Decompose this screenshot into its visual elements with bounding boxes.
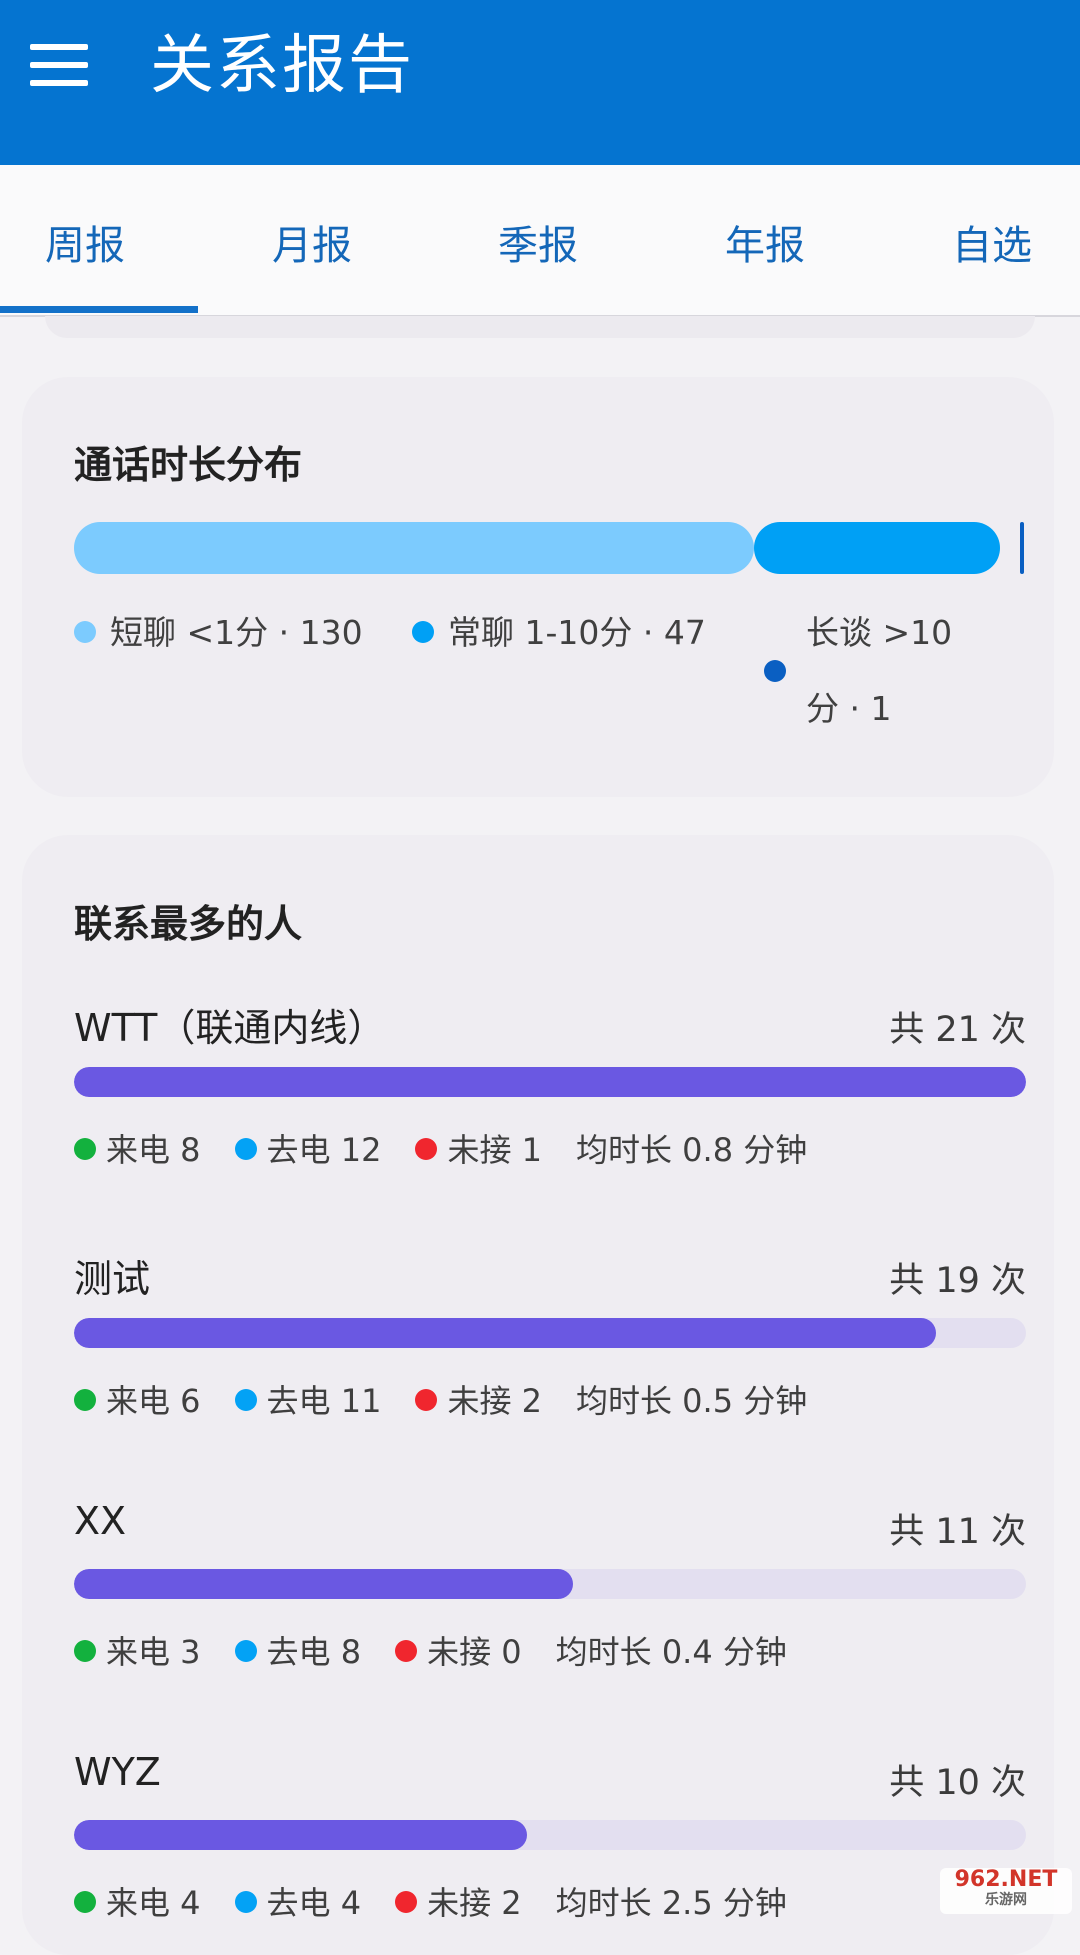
outgoing-stat: 去电 12: [234, 1125, 381, 1171]
contact-total: 共 19 次: [889, 1261, 1026, 1301]
missed-dot: [395, 1891, 418, 1913]
incoming-dot: [74, 1891, 96, 1913]
contact-bar-fill: [74, 1569, 573, 1599]
contact-stats: 来电 8 去电 12 未接 1 均时长 0.8 分钟: [74, 1125, 807, 1171]
legend-long: 长谈 >10 分 · 1: [764, 611, 964, 731]
tab-monthly[interactable]: 月报: [212, 213, 412, 271]
missed-dot: [415, 1138, 438, 1160]
legend-dot-normal: [412, 620, 434, 643]
normal-call-segment: [754, 522, 1000, 574]
outgoing-dot: [234, 1891, 257, 1913]
contact-bar-fill: [74, 1820, 528, 1850]
incoming-stat: 来电 3: [74, 1627, 201, 1673]
average-duration: 均时长 0.4 分钟: [555, 1633, 787, 1671]
page-title: 关系报告: [150, 29, 414, 103]
card-title: 通话时长分布: [74, 443, 303, 487]
contact-stats: 来电 6 去电 11 未接 2 均时长 0.5 分钟: [74, 1376, 807, 1422]
tab-indicator: [0, 306, 198, 313]
contact-bar-track: [74, 1067, 1026, 1097]
missed-stat: 未接 0: [395, 1627, 522, 1673]
legend-dot-long: [764, 660, 786, 682]
average-duration: 均时长 0.5 分钟: [576, 1382, 808, 1420]
missed-stat: 未接 2: [415, 1376, 542, 1422]
contact-bar-track: [74, 1569, 1026, 1599]
outgoing-dot: [234, 1389, 257, 1411]
top-contacts-card: 联系最多的人 WTT（联通内线） 共 21 次来电 8 去电 12 未接 1 均时长 0…: [22, 835, 1054, 1955]
short-call-segment: [74, 522, 754, 574]
contact-total: 共 21 次: [889, 1010, 1026, 1050]
duration-distribution-card: 通话时长分布 短聊 <1分 · 130 常聊 1-10分 · 47 长谈 >10…: [22, 377, 1054, 797]
incoming-dot: [74, 1389, 96, 1411]
legend-normal: 常聊 1-10分 · 47: [412, 611, 706, 655]
contact-bar-track: [74, 1820, 1026, 1850]
incoming-stat: 来电 4: [74, 1878, 201, 1924]
contact-name: 测试: [74, 1257, 151, 1301]
menu-icon[interactable]: [30, 44, 90, 86]
tab-yearly[interactable]: 年报: [665, 213, 865, 271]
contact-name: XX: [74, 1499, 127, 1543]
contact-bar-track: [74, 1318, 1026, 1348]
outgoing-dot: [234, 1640, 257, 1662]
legend-dot-short: [74, 620, 96, 643]
contact-row[interactable]: WYZ 共 10 次来电 4 去电 4 未接 2 均时长 2.5 分钟: [74, 1750, 1026, 1950]
tab-quarterly[interactable]: 季报: [438, 213, 638, 271]
incoming-stat: 来电 8: [74, 1125, 201, 1171]
incoming-dot: [74, 1138, 96, 1160]
contact-stats: 来电 4 去电 4 未接 2 均时长 2.5 分钟: [74, 1878, 787, 1924]
average-duration: 均时长 2.5 分钟: [555, 1884, 787, 1922]
contact-bar-fill: [74, 1067, 1026, 1097]
outgoing-stat: 去电 11: [234, 1376, 381, 1422]
duration-bar: [74, 522, 1026, 574]
outgoing-stat: 去电 8: [234, 1627, 361, 1673]
missed-stat: 未接 2: [395, 1878, 522, 1924]
contact-total: 共 10 次: [889, 1763, 1026, 1803]
contact-name: WYZ: [74, 1750, 161, 1794]
legend-short: 短聊 <1分 · 130: [74, 611, 363, 655]
outgoing-stat: 去电 4: [234, 1878, 361, 1924]
contact-row[interactable]: WTT（联通内线） 共 21 次来电 8 去电 12 未接 1 均时长 0.8 分钟: [74, 997, 1026, 1197]
tab-custom[interactable]: 自选: [892, 213, 1080, 271]
watermark-logo: 962.NET 乐游网: [940, 1868, 1072, 1914]
app-bar: 关系报告: [0, 0, 1080, 165]
outgoing-dot: [234, 1138, 257, 1160]
contact-row[interactable]: 测试 共 19 次来电 6 去电 11 未接 2 均时长 0.5 分钟: [74, 1248, 1026, 1448]
contact-bar-fill: [74, 1318, 936, 1348]
tab-weekly[interactable]: 周报: [0, 213, 185, 271]
previous-card-edge: [45, 316, 1035, 338]
average-duration: 均时长 0.8 分钟: [576, 1131, 808, 1169]
missed-dot: [415, 1389, 438, 1411]
long-call-segment: [1020, 522, 1024, 574]
incoming-stat: 来电 6: [74, 1376, 201, 1422]
contact-stats: 来电 3 去电 8 未接 0 均时长 0.4 分钟: [74, 1627, 787, 1673]
card-title: 联系最多的人: [74, 902, 303, 946]
contact-row[interactable]: XX 共 11 次来电 3 去电 8 未接 0 均时长 0.4 分钟: [74, 1499, 1026, 1699]
contact-name: WTT（联通内线）: [74, 1006, 386, 1050]
missed-stat: 未接 1: [415, 1125, 542, 1171]
contact-total: 共 11 次: [889, 1512, 1026, 1552]
missed-dot: [395, 1640, 418, 1662]
tab-bar: 周报 月报 季报 年报 自选: [0, 165, 1080, 317]
incoming-dot: [74, 1640, 96, 1662]
